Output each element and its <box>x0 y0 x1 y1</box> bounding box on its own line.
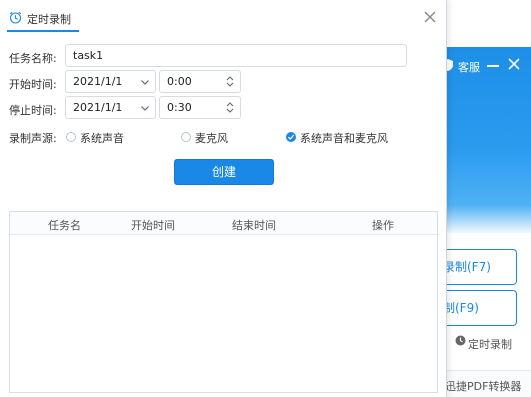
radio-label-system-and-mic[interactable]: 系统声音和麦克风 <box>300 130 388 146</box>
spin-updown-icon[interactable] <box>226 101 234 114</box>
task-name-input[interactable]: task1 <box>65 44 407 67</box>
audio-source-label: 录制声源: <box>9 132 57 145</box>
stop-date-value: 2021/1/1 <box>73 101 123 114</box>
chevron-down-icon[interactable] <box>140 77 150 87</box>
stop-time-spinner[interactable]: 0:30 <box>159 96 241 119</box>
radio-microphone[interactable] <box>181 132 191 142</box>
create-button[interactable]: 创建 <box>174 159 274 185</box>
column-task-name[interactable]: 任务名 <box>48 217 81 233</box>
stop-time-label: 停止时间: <box>9 104 57 117</box>
table-header: 任务名 开始时间 结束时间 操作 <box>10 212 437 235</box>
column-end-time[interactable]: 结束时间 <box>232 217 276 233</box>
checkmark-icon <box>287 134 295 140</box>
radio-system-audio[interactable] <box>66 132 76 142</box>
close-icon[interactable] <box>423 10 437 24</box>
spin-updown-icon[interactable] <box>226 75 234 88</box>
radio-system-and-mic[interactable] <box>286 132 296 142</box>
title-tab-indicator <box>7 30 79 32</box>
radio-label-system-audio[interactable]: 系统声音 <box>80 130 124 146</box>
dialog-title: 定时录制 <box>27 13 71 26</box>
start-date-value: 2021/1/1 <box>73 75 123 88</box>
start-time-spinner[interactable]: 0:00 <box>159 70 241 93</box>
start-time-value: 0:00 <box>167 75 192 88</box>
close-icon[interactable] <box>507 57 521 71</box>
column-actions[interactable]: 操作 <box>372 217 394 233</box>
dialog-titlebar: 定时录制 <box>0 0 447 34</box>
clock-icon <box>455 335 466 346</box>
product-name: 迅捷PDF转换器 <box>445 380 522 393</box>
task-name-label: 任务名称: <box>9 52 57 65</box>
stop-time-value: 0:30 <box>167 101 192 114</box>
timed-record-dialog: 定时录制 任务名称: task1 开始时间: 2021/1/1 0:00 停止时… <box>0 0 447 397</box>
minimize-button[interactable] <box>487 65 499 67</box>
timer-record-link[interactable]: 定时录制 <box>468 336 512 352</box>
column-start-time[interactable]: 开始时间 <box>131 217 175 233</box>
start-date-picker[interactable]: 2021/1/1 <box>65 70 156 93</box>
start-time-label: 开始时间: <box>9 78 57 91</box>
support-link[interactable]: 客服 <box>458 59 480 75</box>
stop-date-picker[interactable]: 2021/1/1 <box>65 96 156 119</box>
task-name-value: task1 <box>73 49 104 62</box>
chevron-down-icon[interactable] <box>140 103 150 113</box>
task-table: 任务名 开始时间 结束时间 操作 <box>9 211 438 393</box>
radio-label-microphone[interactable]: 麦克风 <box>195 130 228 146</box>
alarm-clock-icon <box>9 11 22 24</box>
